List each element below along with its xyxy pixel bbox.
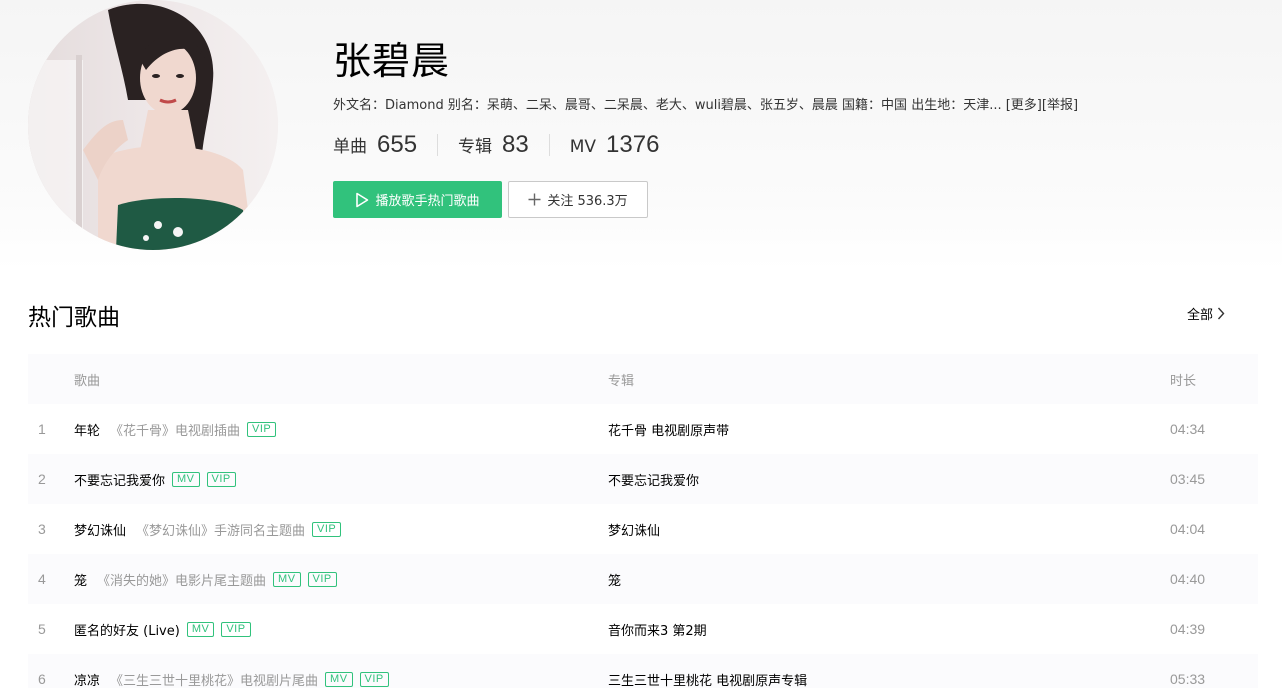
song-index: 5 <box>38 621 46 637</box>
song-description: 《梦幻诛仙》手游同名主题曲 <box>136 523 306 539</box>
song-duration: 03:45 <box>1170 471 1206 487</box>
song-title[interactable]: 年轮 <box>74 420 100 439</box>
song-title-cell: 匿名的好友 (Live) MV VIP <box>74 604 251 654</box>
stat-singles-label: 单曲 <box>333 137 367 157</box>
singer-info: 外文名：Diamond 别名：呆萌、二呆、晨哥、二呆晨、老大、wuli碧晨、张五… <box>333 94 1078 113</box>
follow-button[interactable]: 关注 536.3万 <box>508 181 648 218</box>
table-row[interactable]: 1 年轮 《花千骨》电视剧插曲 VIP 花千骨 电视剧原声带 04:34 <box>28 404 1258 454</box>
stat-mv-label: MV <box>569 137 597 157</box>
song-duration: 04:34 <box>1170 421 1206 437</box>
song-description: 《花千骨》电视剧插曲 <box>110 423 241 439</box>
mv-badge[interactable]: MV <box>186 621 215 637</box>
song-title-cell: 笼《消失的她》电影片尾主题曲 MV VIP <box>74 554 337 604</box>
song-title[interactable]: 笼 <box>74 570 87 589</box>
vip-badge: VIP <box>221 621 251 637</box>
stat-albums-value: 83 <box>502 131 529 158</box>
singer-avatar[interactable] <box>28 0 278 250</box>
stat-mv-value: 1376 <box>606 131 660 158</box>
stat-singles[interactable]: 单曲 655 <box>333 131 417 159</box>
song-album[interactable]: 三生三世十里桃花 电视剧原声专辑 <box>608 654 807 688</box>
table-row[interactable]: 3 梦幻诛仙 《梦幻诛仙》手游同名主题曲 VIP 梦幻诛仙 04:04 <box>28 504 1258 554</box>
song-title[interactable]: 匿名的好友 (Live) <box>74 620 180 639</box>
play-hot-songs-label: 播放歌手热门歌曲 <box>375 194 480 209</box>
song-duration: 05:33 <box>1170 671 1206 687</box>
song-index: 1 <box>38 421 46 437</box>
stat-mv[interactable]: MV 1376 <box>570 131 660 159</box>
mv-badge[interactable]: MV <box>172 471 200 487</box>
song-album[interactable]: 梦幻诛仙 <box>608 504 660 554</box>
plus-icon <box>528 193 541 206</box>
song-title[interactable]: 不要忘记我爱你 <box>74 470 165 489</box>
song-title-cell: 年轮 《花千骨》电视剧插曲 VIP <box>74 404 277 454</box>
report-link[interactable]: [举报] <box>1042 98 1078 113</box>
play-hot-songs-button[interactable]: 播放歌手热门歌曲 <box>333 181 502 218</box>
stat-divider <box>437 134 439 156</box>
table-row[interactable]: 4 笼《消失的她》电影片尾主题曲 MV VIP 笼 04:40 <box>28 554 1258 604</box>
hot-songs-title: 热门歌曲 <box>28 305 120 331</box>
song-title-cell: 不要忘记我爱你 MV VIP <box>74 454 236 504</box>
song-album[interactable]: 笼 <box>608 554 621 604</box>
song-album[interactable]: 不要忘记我爱你 <box>608 454 699 504</box>
song-duration: 04:40 <box>1170 571 1206 587</box>
song-index: 4 <box>38 571 46 587</box>
song-index: 6 <box>38 671 46 687</box>
song-description: 《三生三世十里桃花》电视剧片尾曲 <box>110 673 319 688</box>
all-songs-link[interactable]: 全部 <box>1187 304 1225 323</box>
stat-singles-value: 655 <box>377 131 418 158</box>
song-duration: 04:39 <box>1170 621 1206 637</box>
song-index: 2 <box>38 471 46 487</box>
song-index: 3 <box>38 521 46 537</box>
table-row[interactable]: 2 不要忘记我爱你 MV VIP 不要忘记我爱你 03:45 <box>28 454 1258 504</box>
chevron-right-icon <box>1217 307 1225 320</box>
header-album: 专辑 <box>608 373 635 389</box>
song-list: 1 年轮 《花千骨》电视剧插曲 VIP 花千骨 电视剧原声带 04:34 2 不要忘记我爱你 M… <box>28 404 1258 688</box>
all-songs-label: 全部 <box>1187 308 1214 323</box>
vip-badge: VIP <box>307 571 337 587</box>
song-duration: 04:04 <box>1170 521 1206 537</box>
vip-badge: VIP <box>247 421 277 437</box>
singer-info-text: 外文名：Diamond 别名：呆萌、二呆、晨哥、二呆晨、老大、wuli碧晨、张五… <box>333 98 1002 113</box>
song-album[interactable]: 花千骨 电视剧原声带 <box>608 404 729 454</box>
song-album[interactable]: 音你而来3 第2期 <box>608 604 707 654</box>
play-icon <box>355 192 369 208</box>
vip-badge: VIP <box>359 671 389 687</box>
hot-songs-table: 歌曲 专辑 时长 1 年轮 《花千骨》电视剧插曲 VIP 花千骨 电视剧原声带 04:34… <box>28 354 1258 688</box>
song-description: 《消失的她》电影片尾主题曲 <box>97 573 267 589</box>
stat-albums-label: 专辑 <box>458 137 493 157</box>
stat-albums[interactable]: 专辑 83 <box>458 131 529 159</box>
stat-divider <box>548 134 550 156</box>
vip-badge: VIP <box>206 471 236 487</box>
vip-badge: VIP <box>312 521 342 537</box>
table-row[interactable]: 6 凉凉 《三生三世十里桃花》电视剧片尾曲 MV VIP 三生三世十里桃花 电视剧原声专辑… <box>28 654 1258 688</box>
song-title-cell: 梦幻诛仙 《梦幻诛仙》手游同名主题曲 VIP <box>74 504 342 554</box>
follow-label: 关注 536.3万 <box>547 194 628 209</box>
song-title[interactable]: 梦幻诛仙 <box>74 520 126 539</box>
mv-badge[interactable]: MV <box>273 571 301 587</box>
more-info-link[interactable]: [更多] <box>1006 98 1042 113</box>
table-row[interactable]: 5 匿名的好友 (Live) MV VIP 音你而来3 第2期 04:39 <box>28 604 1258 654</box>
song-title[interactable]: 凉凉 <box>74 670 100 688</box>
singer-stats: 单曲 655 专辑 83 MV 1376 <box>333 128 659 162</box>
mv-badge[interactable]: MV <box>325 671 353 687</box>
song-title-cell: 凉凉 《三生三世十里桃花》电视剧片尾曲 MV VIP <box>74 654 389 688</box>
singer-name: 张碧晨 <box>333 39 451 83</box>
header-song: 歌曲 <box>74 373 101 389</box>
header-duration: 时长 <box>1170 373 1197 389</box>
table-header: 歌曲 专辑 时长 <box>28 354 1258 404</box>
